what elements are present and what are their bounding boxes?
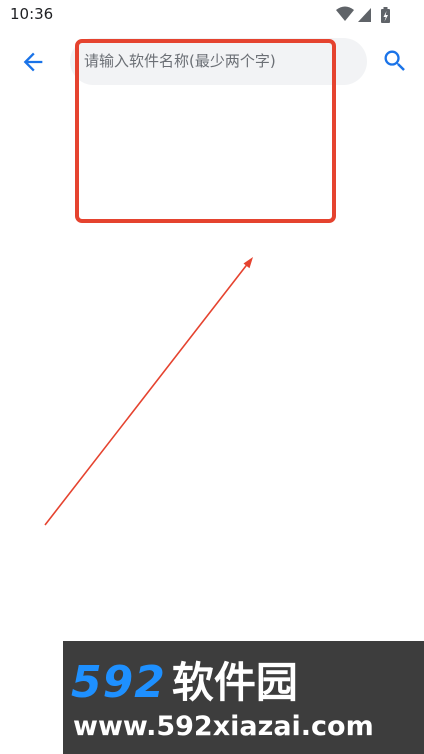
watermark-brand-text: 软件园 bbox=[171, 658, 298, 707]
search-screen: 10:36 592软件园 bbox=[0, 0, 424, 754]
battery-charging-icon bbox=[381, 7, 390, 23]
back-arrow-icon[interactable] bbox=[19, 48, 47, 76]
watermark-brand-number: 592 bbox=[71, 657, 166, 708]
status-time: 10:36 bbox=[10, 5, 54, 23]
watermark-banner: 592 软件园 www.592xiazai.com bbox=[63, 641, 424, 754]
watermark-url: www.592xiazai.com bbox=[73, 711, 374, 742]
status-bar: 10:36 bbox=[0, 0, 424, 30]
status-icons bbox=[336, 6, 390, 23]
watermark-logo: 592 软件园 bbox=[71, 649, 298, 710]
search-icon[interactable] bbox=[381, 47, 409, 75]
signal-icon bbox=[358, 8, 371, 22]
wifi-icon bbox=[336, 6, 354, 21]
search-input[interactable] bbox=[84, 48, 324, 74]
